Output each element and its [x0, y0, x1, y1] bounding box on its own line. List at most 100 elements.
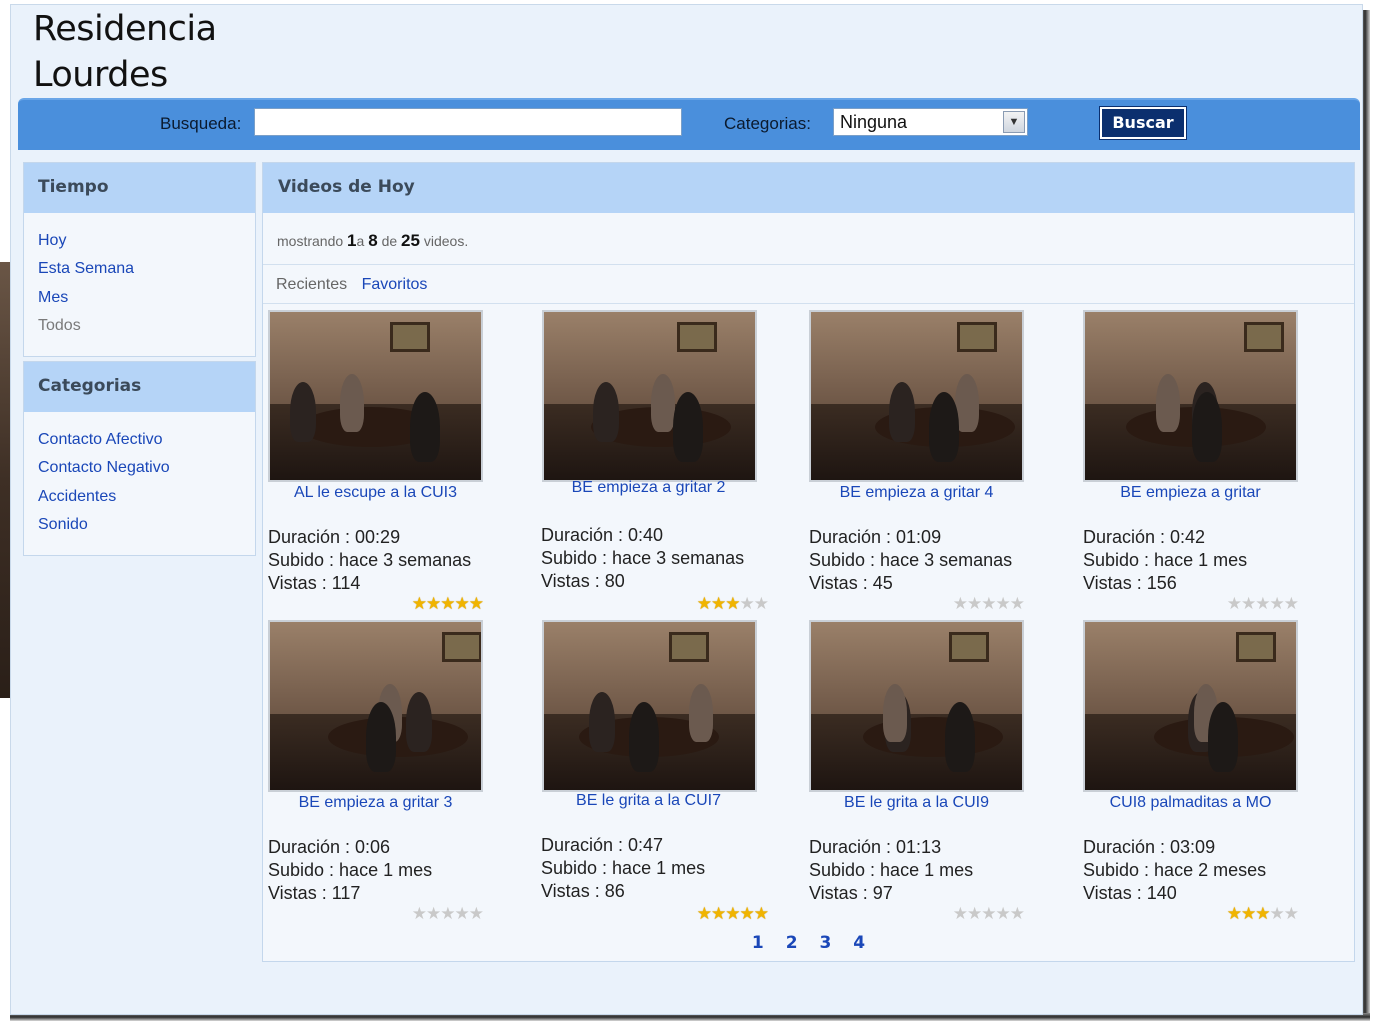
- rating-stars[interactable]: ★★★★★: [553, 594, 769, 614]
- sidebar-item-todos: Todos: [38, 316, 81, 334]
- star-icon[interactable]: ★: [1270, 904, 1285, 924]
- rating-stars[interactable]: ★★★★★: [268, 904, 484, 924]
- star-icon[interactable]: ★: [725, 904, 740, 924]
- sidebar-item-contacto-afectivo[interactable]: Contacto Afectivo: [38, 426, 255, 454]
- star-icon[interactable]: ★: [1010, 904, 1025, 924]
- sidebar-item-mes[interactable]: Mes: [38, 284, 255, 312]
- star-icon[interactable]: ★: [1227, 904, 1242, 924]
- rating-stars[interactable]: ★★★★★: [268, 594, 484, 614]
- star-icon[interactable]: ★: [1270, 594, 1285, 614]
- star-icon[interactable]: ★: [455, 904, 470, 924]
- star-icon[interactable]: ★: [967, 594, 982, 614]
- categories-select[interactable]: Ninguna ▼: [833, 108, 1028, 136]
- tab-recientes[interactable]: Recientes: [276, 276, 347, 293]
- chevron-down-icon[interactable]: ▼: [1003, 111, 1025, 133]
- video-views: Vistas : 45: [809, 573, 893, 593]
- rating-stars[interactable]: ★★★★★: [809, 594, 1025, 614]
- video-title-link[interactable]: BE le grita a la CUI7: [541, 792, 756, 810]
- video-card: BE empieza a gritar 3 Duración : 0:06 Subi…: [268, 620, 508, 924]
- star-icon[interactable]: ★: [1241, 594, 1256, 614]
- video-views: Vistas : 140: [1083, 883, 1177, 903]
- sidebar-tiempo-list: Hoy Esta Semana Mes Todos: [24, 213, 255, 340]
- video-uploaded: Subido : hace 1 mes: [268, 860, 433, 880]
- sidebar-item-esta-semana[interactable]: Esta Semana: [38, 255, 255, 283]
- star-icon[interactable]: ★: [981, 904, 996, 924]
- star-icon[interactable]: ★: [967, 904, 982, 924]
- star-icon[interactable]: ★: [740, 594, 755, 614]
- star-icon[interactable]: ★: [711, 904, 726, 924]
- star-icon[interactable]: ★: [725, 594, 740, 614]
- star-icon[interactable]: ★: [1284, 594, 1299, 614]
- pagination: 1 2 3 4: [263, 933, 1354, 953]
- count-suffix: videos.: [423, 233, 469, 249]
- categories-label: Categorias:: [724, 114, 811, 133]
- star-icon[interactable]: ★: [740, 904, 755, 924]
- video-thumbnail[interactable]: [268, 620, 483, 792]
- star-icon[interactable]: ★: [754, 594, 769, 614]
- rating-stars[interactable]: ★★★★★: [553, 904, 769, 924]
- video-uploaded: Subido : hace 1 mes: [809, 860, 974, 880]
- video-title-link[interactable]: BE empieza a gritar: [1083, 484, 1298, 502]
- star-icon[interactable]: ★: [412, 594, 427, 614]
- video-title-link[interactable]: AL le escupe a la CUI3: [268, 484, 483, 502]
- video-meta: Duración : 03:09 Subido : hace 2 meses Vis…: [1083, 836, 1266, 905]
- star-icon[interactable]: ★: [440, 594, 455, 614]
- sidebar-item-accidentes[interactable]: Accidentes: [38, 483, 255, 511]
- video-title-link[interactable]: CUI8 palmaditas a MO: [1083, 794, 1298, 812]
- video-thumbnail[interactable]: [809, 620, 1024, 792]
- star-icon[interactable]: ★: [1010, 594, 1025, 614]
- star-icon[interactable]: ★: [1255, 904, 1270, 924]
- star-icon[interactable]: ★: [754, 904, 769, 924]
- video-title-link[interactable]: BE empieza a gritar 3: [268, 794, 483, 812]
- star-icon[interactable]: ★: [697, 594, 712, 614]
- star-icon[interactable]: ★: [1284, 904, 1299, 924]
- page-link[interactable]: 4: [853, 933, 865, 953]
- rating-stars[interactable]: ★★★★★: [1083, 904, 1299, 924]
- video-thumbnail[interactable]: [809, 310, 1024, 482]
- star-icon[interactable]: ★: [981, 594, 996, 614]
- video-meta: Duración : 00:29 Subido : hace 3 semanas V…: [268, 526, 471, 595]
- star-icon[interactable]: ★: [412, 904, 427, 924]
- sidebar-item-contacto-negativo[interactable]: Contacto Negativo: [38, 454, 255, 482]
- sidebar-item-hoy[interactable]: Hoy: [38, 227, 255, 255]
- star-icon[interactable]: ★: [996, 904, 1011, 924]
- tab-favoritos[interactable]: Favoritos: [362, 276, 428, 293]
- star-icon[interactable]: ★: [469, 904, 484, 924]
- star-icon[interactable]: ★: [711, 594, 726, 614]
- sidebar-item-sonido[interactable]: Sonido: [38, 511, 255, 539]
- video-thumbnail[interactable]: [268, 310, 483, 482]
- video-views: Vistas : 114: [268, 573, 361, 593]
- count-to: 8: [368, 231, 378, 250]
- star-icon[interactable]: ★: [1255, 594, 1270, 614]
- star-icon[interactable]: ★: [426, 904, 441, 924]
- star-icon[interactable]: ★: [469, 594, 484, 614]
- star-icon[interactable]: ★: [697, 904, 712, 924]
- video-title-link[interactable]: BE empieza a gritar 4: [809, 484, 1024, 502]
- count-de: de: [381, 233, 398, 249]
- video-thumbnail[interactable]: [542, 620, 757, 792]
- star-icon[interactable]: ★: [953, 594, 968, 614]
- star-icon[interactable]: ★: [1241, 904, 1256, 924]
- star-icon[interactable]: ★: [455, 594, 470, 614]
- video-title-link[interactable]: BE le grita a la CUI9: [809, 794, 1024, 812]
- rating-stars[interactable]: ★★★★★: [809, 904, 1025, 924]
- sidebar-tiempo-panel: Tiempo Hoy Esta Semana Mes Todos: [23, 162, 256, 357]
- video-title-link[interactable]: BE empieza a gritar 2: [541, 479, 756, 497]
- video-thumbnail[interactable]: [542, 310, 757, 482]
- video-card: AL le escupe a la CUI3 Duración : 00:29 Su…: [268, 310, 508, 614]
- star-icon[interactable]: ★: [1227, 594, 1242, 614]
- video-thumbnail[interactable]: [1083, 310, 1298, 482]
- video-thumbnail[interactable]: [1083, 620, 1298, 792]
- star-icon[interactable]: ★: [440, 904, 455, 924]
- star-icon[interactable]: ★: [953, 904, 968, 924]
- star-icon[interactable]: ★: [996, 594, 1011, 614]
- page-link[interactable]: 1: [752, 933, 764, 953]
- search-input[interactable]: [254, 108, 682, 136]
- search-button[interactable]: Buscar: [1099, 106, 1187, 140]
- star-icon[interactable]: ★: [426, 594, 441, 614]
- rating-stars[interactable]: ★★★★★: [1083, 594, 1299, 614]
- page-link[interactable]: 3: [819, 933, 831, 953]
- video-meta: Duración : 0:06 Subido : hace 1 mes Vistas…: [268, 836, 432, 905]
- search-bar: Busqueda: Categorias: Ninguna ▼ Buscar: [18, 98, 1360, 150]
- page-link[interactable]: 2: [786, 933, 798, 953]
